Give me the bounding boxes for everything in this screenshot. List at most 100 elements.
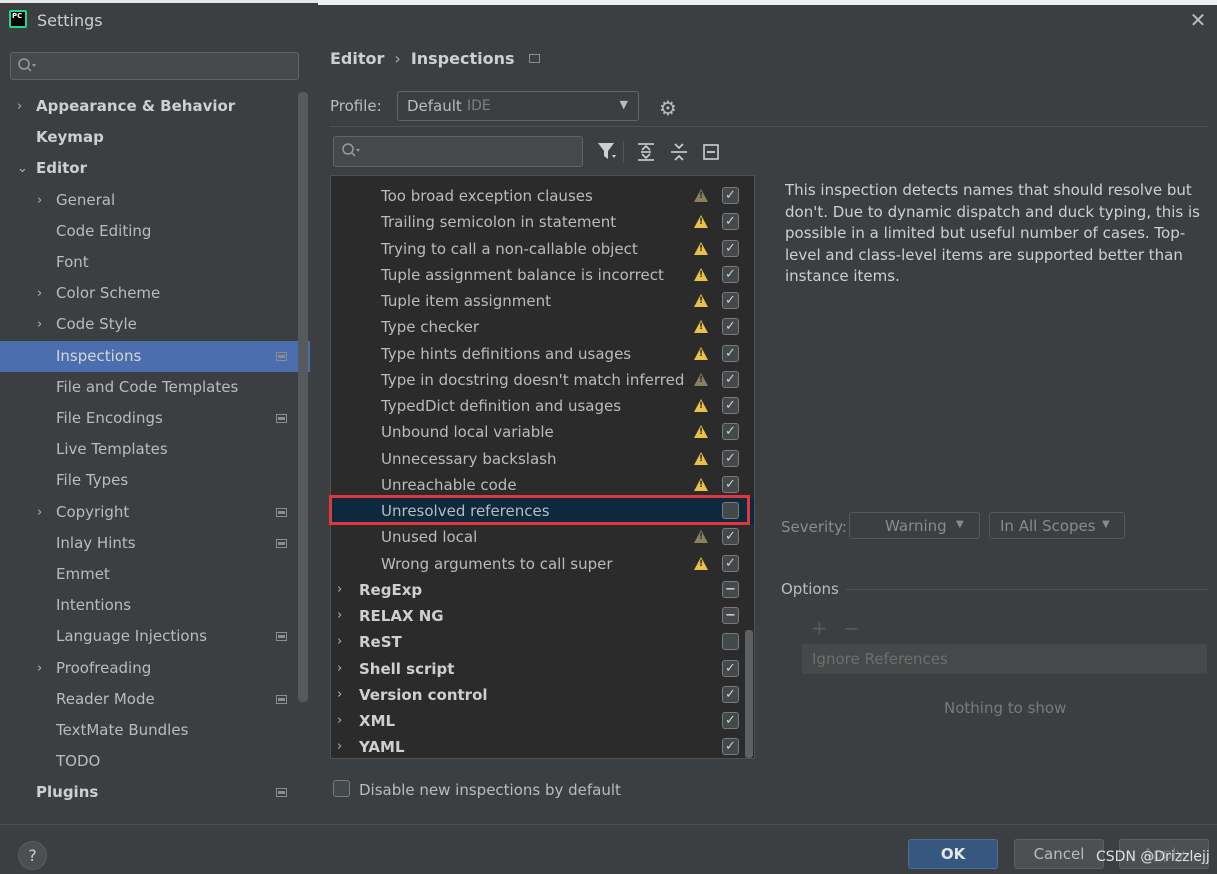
- sidebar-item[interactable]: File and Code Templates: [0, 372, 310, 403]
- add-icon[interactable]: +: [811, 616, 828, 640]
- chevron-right-icon[interactable]: ›: [337, 708, 342, 734]
- sidebar-item[interactable]: › Appearance & Behavior: [0, 91, 310, 122]
- sidebar-search-input[interactable]: [10, 52, 299, 80]
- remove-icon[interactable]: −: [843, 616, 860, 640]
- sidebar-item[interactable]: › Copyright: [0, 497, 310, 528]
- sidebar-item[interactable]: Reader Mode: [0, 684, 310, 715]
- inspection-checkbox[interactable]: ✓: [722, 292, 739, 309]
- sidebar-item[interactable]: Inlay Hints: [0, 528, 310, 559]
- help-button[interactable]: ?: [18, 841, 47, 870]
- inspection-checkbox[interactable]: ✓: [722, 371, 739, 388]
- chevron-right-icon[interactable]: ›: [37, 278, 42, 309]
- sidebar-item[interactable]: File Encodings: [0, 403, 310, 434]
- empty-list-text: Nothing to show: [944, 699, 1067, 717]
- inspections-search-input[interactable]: [333, 136, 583, 167]
- inspection-group-row[interactable]: › Version control ✓: [331, 682, 754, 708]
- sidebar-item[interactable]: ⌄ Editor: [0, 153, 310, 184]
- inspection-group-checkbox[interactable]: ✓: [722, 660, 739, 677]
- inspection-row[interactable]: Trailing semicolon in statement ✓: [331, 209, 754, 235]
- sidebar-item[interactable]: Plugins: [0, 777, 310, 808]
- inspection-group-checkbox[interactable]: ✓: [722, 738, 739, 755]
- inspection-checkbox[interactable]: ✓: [722, 213, 739, 230]
- chevron-right-icon[interactable]: ›: [337, 603, 342, 629]
- chevron-right-icon[interactable]: ›: [37, 185, 42, 216]
- inspection-row[interactable]: Unnecessary backslash ✓: [331, 446, 754, 472]
- inspection-group-row[interactable]: › ReST: [331, 629, 754, 655]
- inspection-checkbox[interactable]: ✓: [722, 187, 739, 204]
- inspection-checkbox[interactable]: ✓: [722, 476, 739, 493]
- sidebar-scrollbar[interactable]: [298, 92, 308, 702]
- sidebar-item[interactable]: Emmet: [0, 559, 310, 590]
- breadcrumb-parent[interactable]: Editor: [330, 49, 384, 68]
- inspection-checkbox[interactable]: ✓: [722, 318, 739, 335]
- sidebar-item[interactable]: Live Templates: [0, 434, 310, 465]
- collapse-all-icon[interactable]: [670, 141, 688, 168]
- sidebar-item[interactable]: Code Editing: [0, 216, 310, 247]
- inspection-group-row[interactable]: › XML ✓: [331, 708, 754, 734]
- inspection-row[interactable]: Too broad exception clauses ✓: [331, 183, 754, 209]
- inspection-checkbox[interactable]: ✓: [722, 240, 739, 257]
- inspection-row[interactable]: Unused local ✓: [331, 524, 754, 550]
- disable-new-inspections-label[interactable]: Disable new inspections by default: [359, 781, 621, 799]
- reset-icon[interactable]: [702, 141, 720, 168]
- inspection-group-checkbox[interactable]: −: [722, 581, 739, 598]
- sidebar-item[interactable]: TextMate Bundles: [0, 715, 310, 746]
- sidebar-item[interactable]: File Types: [0, 465, 310, 496]
- inspection-row[interactable]: Unbound local variable ✓: [331, 419, 754, 445]
- inspection-row[interactable]: TypedDict definition and usages ✓: [331, 393, 754, 419]
- inspection-group-checkbox[interactable]: ✓: [722, 686, 739, 703]
- inspection-checkbox[interactable]: ✓: [722, 555, 739, 572]
- profile-dropdown[interactable]: Default IDE ▼: [397, 91, 639, 121]
- sidebar-item[interactable]: Language Injections: [0, 621, 310, 652]
- ok-button[interactable]: OK: [908, 839, 998, 869]
- chevron-right-icon[interactable]: ›: [37, 497, 42, 528]
- disable-new-inspections-checkbox[interactable]: [333, 780, 350, 797]
- sidebar-item[interactable]: Font: [0, 247, 310, 278]
- severity-dropdown[interactable]: Warning ▼: [849, 512, 980, 539]
- inspection-group-checkbox[interactable]: [722, 633, 739, 650]
- inspection-row[interactable]: Type in docstring doesn't match inferred…: [331, 367, 754, 393]
- chevron-right-icon[interactable]: ›: [337, 656, 342, 682]
- inspection-row[interactable]: Wrong arguments to call super ✓: [331, 551, 754, 577]
- chevron-right-icon[interactable]: ›: [17, 91, 22, 122]
- inspection-checkbox[interactable]: ✓: [722, 266, 739, 283]
- sidebar-item[interactable]: › Code Style: [0, 309, 310, 340]
- inspection-group-row[interactable]: › RELAX NG −: [331, 603, 754, 629]
- inspection-row[interactable]: Type hints definitions and usages ✓: [331, 341, 754, 367]
- chevron-right-icon[interactable]: ›: [37, 309, 42, 340]
- inspection-row[interactable]: Tuple assignment balance is incorrect ✓: [331, 262, 754, 288]
- scope-dropdown[interactable]: In All Scopes ▼: [989, 512, 1125, 539]
- chevron-right-icon[interactable]: ›: [337, 734, 342, 758]
- inspection-row[interactable]: Type checker ✓: [331, 314, 754, 340]
- inspection-group-row[interactable]: › Shell script ✓: [331, 656, 754, 682]
- inspection-checkbox[interactable]: ✓: [722, 528, 739, 545]
- sidebar-item[interactable]: Keymap: [0, 122, 310, 153]
- inspection-group-checkbox[interactable]: −: [722, 607, 739, 624]
- chevron-right-icon[interactable]: ›: [337, 682, 342, 708]
- sidebar-item[interactable]: › General: [0, 185, 310, 216]
- inspection-checkbox[interactable]: ✓: [722, 397, 739, 414]
- inspection-row[interactable]: Tuple item assignment ✓: [331, 288, 754, 314]
- chevron-down-icon[interactable]: ⌄: [17, 153, 28, 184]
- inspection-row[interactable]: Trying to call a non-callable object ✓: [331, 236, 754, 262]
- sidebar-item-label: Font: [56, 253, 89, 271]
- inspection-group-checkbox[interactable]: ✓: [722, 712, 739, 729]
- inspection-group-row[interactable]: › YAML ✓: [331, 734, 754, 758]
- inspection-checkbox[interactable]: ✓: [722, 345, 739, 362]
- chevron-right-icon[interactable]: ›: [37, 653, 42, 684]
- sidebar-item[interactable]: Intentions: [0, 590, 310, 621]
- sidebar-item[interactable]: › Color Scheme: [0, 278, 310, 309]
- filter-icon[interactable]: [597, 141, 617, 168]
- inspection-checkbox[interactable]: ✓: [722, 423, 739, 440]
- sidebar-item[interactable]: › Proofreading: [0, 653, 310, 684]
- cancel-button[interactable]: Cancel: [1014, 839, 1104, 869]
- chevron-right-icon[interactable]: ›: [337, 577, 342, 603]
- sidebar-item[interactable]: Inspections: [0, 341, 310, 372]
- chevron-right-icon[interactable]: ›: [337, 629, 342, 655]
- gear-icon[interactable]: ⚙: [659, 96, 677, 120]
- expand-all-icon[interactable]: [637, 141, 655, 168]
- close-icon[interactable]: ✕: [1188, 10, 1208, 30]
- sidebar-item[interactable]: TODO: [0, 746, 310, 777]
- inspection-checkbox[interactable]: ✓: [722, 450, 739, 467]
- inspection-group-row[interactable]: › RegExp −: [331, 577, 754, 603]
